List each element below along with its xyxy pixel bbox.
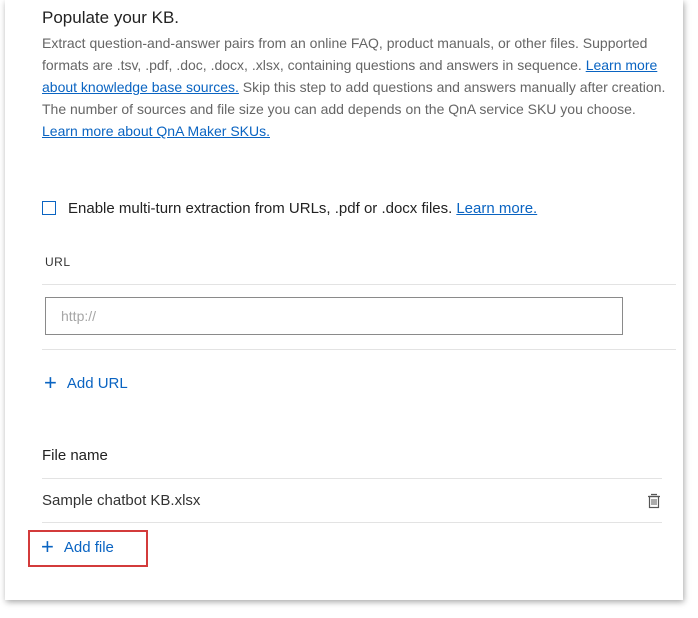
add-url-button[interactable]: + Add URL xyxy=(44,370,128,395)
learn-more-qna-skus-link[interactable]: Learn more about QnA Maker SKUs. xyxy=(42,123,270,139)
plus-icon: + xyxy=(41,534,54,559)
multiturn-checkbox[interactable] xyxy=(42,201,56,215)
url-input[interactable] xyxy=(45,297,623,335)
divider xyxy=(42,284,676,285)
file-name-column-header: File name xyxy=(42,447,108,464)
url-label: URL xyxy=(45,255,71,269)
add-file-button[interactable]: + Add file xyxy=(41,534,114,559)
add-url-label: Add URL xyxy=(66,374,128,392)
plus-icon: + xyxy=(44,370,57,395)
divider xyxy=(42,478,662,479)
multiturn-learn-more-link[interactable]: Learn more. xyxy=(456,200,537,217)
multiturn-label-text: Enable multi-turn extraction from URLs, … xyxy=(68,199,453,217)
multiturn-label: Enable multi-turn extraction from URLs, … xyxy=(68,200,537,217)
divider xyxy=(42,522,662,523)
description-text-1: Extract question-and-answer pairs from a… xyxy=(42,35,648,73)
multiturn-option: Enable multi-turn extraction from URLs, … xyxy=(42,198,537,218)
section-description: Extract question-and-answer pairs from a… xyxy=(42,32,668,142)
add-file-label: Add file xyxy=(63,538,114,556)
trash-icon[interactable] xyxy=(645,492,663,510)
section-title: Populate your KB. xyxy=(42,8,180,27)
divider xyxy=(42,349,676,350)
file-name: Sample chatbot KB.xlsx xyxy=(42,492,201,509)
